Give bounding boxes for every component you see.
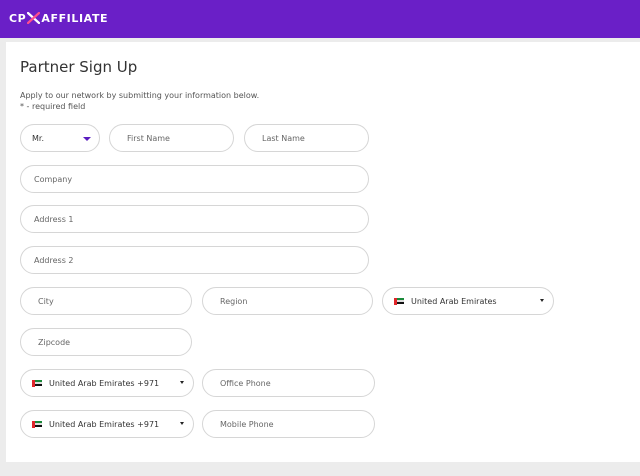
company-input[interactable]: Company [20, 165, 369, 193]
caret-down-icon [180, 422, 184, 425]
country-select[interactable]: United Arab Emirates [382, 287, 554, 315]
region-placeholder: Region [220, 296, 248, 306]
uae-flag-icon [32, 379, 42, 387]
office-phone-input[interactable]: Office Phone [202, 369, 375, 397]
salutation-value: Mr. [32, 133, 44, 143]
page-title: Partner Sign Up [20, 58, 138, 76]
address1-input[interactable]: Address 1 [20, 205, 369, 233]
mobile-phone-country-select[interactable]: United Arab Emirates +971 [20, 410, 194, 438]
office-phone-placeholder: Office Phone [220, 378, 271, 388]
top-bar: CP AFFILIATE [0, 0, 640, 38]
x-mark-logo-icon [27, 12, 41, 24]
address2-input[interactable]: Address 2 [20, 246, 369, 274]
country-value: United Arab Emirates [411, 296, 497, 306]
address2-placeholder: Address 2 [34, 255, 74, 265]
last-name-input[interactable]: Last Name [244, 124, 369, 152]
zipcode-placeholder: Zipcode [38, 337, 71, 347]
uae-flag-icon [32, 420, 42, 428]
brand-logo[interactable]: CP AFFILIATE [9, 11, 108, 25]
salutation-select[interactable]: Mr. [20, 124, 100, 152]
office-phone-country-value: United Arab Emirates +971 [49, 378, 160, 388]
form-intro: Apply to our network by submitting your … [20, 90, 259, 112]
caret-down-icon [540, 299, 544, 302]
uae-flag-icon [394, 297, 404, 305]
first-name-input[interactable]: First Name [109, 124, 234, 152]
city-placeholder: City [38, 296, 54, 306]
last-name-placeholder: Last Name [262, 133, 305, 143]
mobile-phone-placeholder: Mobile Phone [220, 419, 274, 429]
brand-name-right: AFFILIATE [41, 11, 109, 25]
address1-placeholder: Address 1 [34, 214, 74, 224]
company-placeholder: Company [34, 174, 73, 184]
mobile-phone-input[interactable]: Mobile Phone [202, 410, 375, 438]
mobile-phone-country-value: United Arab Emirates +971 [49, 419, 160, 429]
caret-down-icon [83, 137, 91, 141]
caret-down-icon [180, 381, 184, 384]
first-name-placeholder: First Name [127, 133, 170, 143]
zipcode-input[interactable]: Zipcode [20, 328, 192, 356]
required-note: * - required field [20, 102, 86, 111]
intro-text: Apply to our network by submitting your … [20, 91, 260, 100]
region-input[interactable]: Region [202, 287, 373, 315]
city-input[interactable]: City [20, 287, 192, 315]
office-phone-country-select[interactable]: United Arab Emirates +971 [20, 369, 194, 397]
brand-name-left: CP [9, 11, 27, 25]
